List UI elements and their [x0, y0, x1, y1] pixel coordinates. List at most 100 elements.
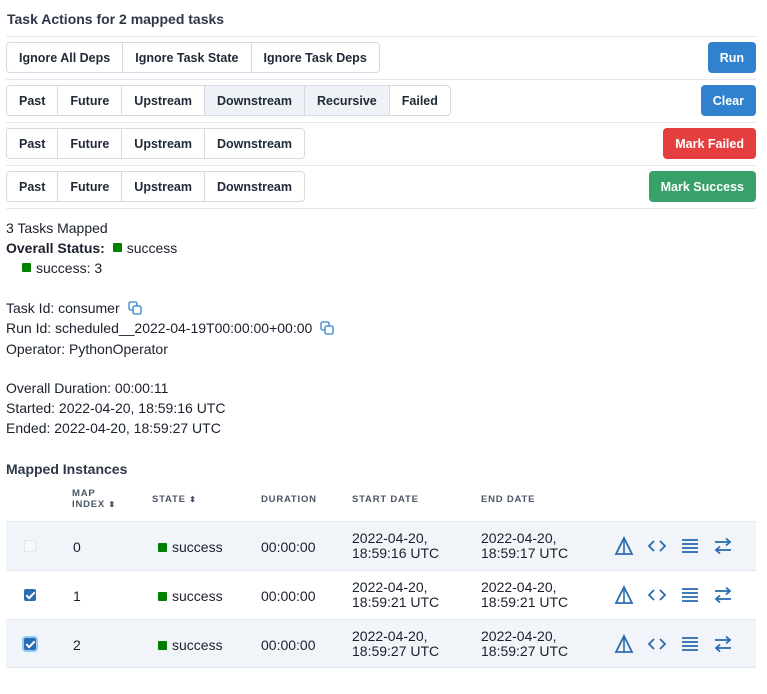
- mark-failed-upstream-toggle[interactable]: Upstream: [121, 128, 205, 159]
- row-actions: [614, 585, 733, 605]
- state-text: success: [172, 588, 223, 604]
- start-date-cell: 2022-04-20, 18:59:21 UTC: [352, 580, 439, 610]
- log-icon[interactable]: [680, 585, 700, 605]
- run-id-text: Run Id: scheduled__2022-04-19T00:00:00+0…: [6, 320, 313, 336]
- ignore-task-deps-toggle[interactable]: Ignore Task Deps: [250, 42, 380, 73]
- log-icon[interactable]: [680, 536, 700, 556]
- start-time-line: 18:59:16 UTC: [352, 545, 440, 561]
- start-date-line: 2022-04-20,: [352, 579, 428, 595]
- end-time-line: 18:59:21 UTC: [481, 594, 569, 610]
- mark-success-past-toggle[interactable]: Past: [6, 171, 59, 202]
- ended-time: Ended: 2022-04-20, 18:59:27 UTC: [6, 420, 221, 436]
- mark-success-downstream-toggle[interactable]: Downstream: [203, 171, 305, 202]
- row-select-checkbox[interactable]: [24, 589, 36, 601]
- mark-failed-options-group: Past Future Upstream Downstream: [6, 128, 305, 159]
- status-square-icon: [158, 591, 167, 601]
- gantt-icon[interactable]: [614, 585, 634, 605]
- start-time-line: 18:59:27 UTC: [352, 643, 440, 659]
- map-index-header-line1: MAP: [72, 488, 96, 499]
- clear-recursive-toggle[interactable]: Recursive: [304, 85, 390, 116]
- map-index-header-line2: INDEX: [72, 499, 106, 510]
- status-count: success: 3: [22, 260, 102, 276]
- divider: [6, 122, 756, 123]
- run-id: Run Id: scheduled__2022-04-19T00:00:00+0…: [6, 320, 334, 338]
- ignore-all-deps-toggle[interactable]: Ignore All Deps: [6, 42, 124, 73]
- operator: Operator: PythonOperator: [6, 341, 168, 357]
- end-date-line: 2022-04-20,: [481, 579, 557, 595]
- clear-past-toggle[interactable]: Past: [6, 85, 59, 116]
- start-date-line: 2022-04-20,: [352, 628, 428, 644]
- table-row[interactable]: 1 success 00:00:00 2022-04-20, 18:59:21 U…: [6, 570, 756, 619]
- overall-status-label: Overall Status:: [6, 240, 105, 256]
- state-header[interactable]: STATE ⬍: [152, 494, 197, 505]
- state-cell: success: [158, 588, 223, 604]
- state-text: success: [172, 637, 223, 653]
- table-row[interactable]: 2 success 00:00:00 2022-04-20, 18:59:27 U…: [6, 619, 756, 668]
- state-text: success: [172, 539, 223, 555]
- log-icon[interactable]: [680, 634, 700, 654]
- status-square-icon: [158, 542, 167, 552]
- clear-upstream-toggle[interactable]: Upstream: [121, 85, 205, 116]
- status-count-text: success: 3: [36, 260, 103, 276]
- row-select-checkbox[interactable]: [24, 638, 36, 650]
- task-id-text: Task Id: consumer: [6, 300, 120, 316]
- gantt-icon[interactable]: [614, 536, 634, 556]
- end-date-header: END DATE: [481, 494, 536, 505]
- mark-failed-future-toggle[interactable]: Future: [57, 128, 123, 159]
- clear-button[interactable]: Clear: [700, 85, 756, 116]
- end-time-line: 18:59:27 UTC: [481, 643, 569, 659]
- start-time-line: 18:59:21 UTC: [352, 594, 440, 610]
- state-cell: success: [158, 539, 223, 555]
- status-square-icon: [112, 243, 122, 252]
- divider: [6, 165, 756, 166]
- copy-icon[interactable]: [127, 301, 142, 318]
- copy-icon[interactable]: [320, 321, 334, 338]
- map-index-cell: 1: [73, 588, 81, 604]
- end-date-cell: 2022-04-20, 18:59:17 UTC: [481, 531, 568, 561]
- duration-cell: 00:00:00: [261, 637, 316, 653]
- details-icon[interactable]: [713, 585, 733, 605]
- status-square-icon: [158, 640, 167, 650]
- mark-success-upstream-toggle[interactable]: Upstream: [121, 171, 205, 202]
- mark-failed-downstream-toggle[interactable]: Downstream: [203, 128, 305, 159]
- mark-failed-past-toggle[interactable]: Past: [6, 128, 59, 159]
- sort-icon: ⬍: [108, 500, 117, 509]
- end-time-line: 18:59:17 UTC: [481, 545, 569, 561]
- map-index-header[interactable]: MAP INDEX ⬍: [72, 488, 116, 510]
- started-time: Started: 2022-04-20, 18:59:16 UTC: [6, 400, 226, 416]
- overall-status-value: success: [126, 240, 178, 256]
- table-row[interactable]: 0 success 00:00:00 2022-04-20, 18:59:16 U…: [6, 521, 756, 570]
- task-id: Task Id: consumer: [6, 300, 142, 318]
- sort-icon: ⬍: [189, 495, 197, 504]
- run-button[interactable]: Run: [707, 42, 756, 73]
- divider: [6, 208, 756, 209]
- code-icon[interactable]: [647, 585, 667, 605]
- start-date-header: START DATE: [352, 494, 419, 505]
- mark-success-button[interactable]: Mark Success: [648, 171, 756, 202]
- clear-failed-toggle[interactable]: Failed: [388, 85, 451, 116]
- end-date-line: 2022-04-20,: [481, 530, 557, 546]
- details-icon[interactable]: [713, 634, 733, 654]
- status-square-icon: [22, 263, 31, 272]
- tasks-mapped-count: 3 Tasks Mapped: [6, 220, 108, 236]
- overall-status: Overall Status: success: [6, 240, 177, 256]
- end-date-cell: 2022-04-20, 18:59:21 UTC: [481, 580, 568, 610]
- row-select-checkbox[interactable]: [24, 540, 36, 552]
- mark-failed-button[interactable]: Mark Failed: [663, 128, 756, 159]
- map-index-cell: 0: [73, 539, 81, 555]
- gantt-icon[interactable]: [614, 634, 634, 654]
- details-icon[interactable]: [713, 536, 733, 556]
- page-title: Task Actions for 2 mapped tasks: [7, 11, 225, 27]
- code-icon[interactable]: [647, 634, 667, 654]
- row-actions: [614, 634, 733, 654]
- code-icon[interactable]: [647, 536, 667, 556]
- mark-success-future-toggle[interactable]: Future: [57, 171, 123, 202]
- run-options-group: Ignore All Deps Ignore Task State Ignore…: [6, 42, 380, 73]
- state-cell: success: [158, 637, 223, 653]
- clear-future-toggle[interactable]: Future: [57, 85, 123, 116]
- ignore-task-state-toggle[interactable]: Ignore Task State: [122, 42, 252, 73]
- clear-downstream-toggle[interactable]: Downstream: [203, 85, 305, 116]
- end-date-line: 2022-04-20,: [481, 628, 557, 644]
- mark-success-options-group: Past Future Upstream Downstream: [6, 171, 305, 202]
- mapped-instances-title: Mapped Instances: [6, 461, 128, 477]
